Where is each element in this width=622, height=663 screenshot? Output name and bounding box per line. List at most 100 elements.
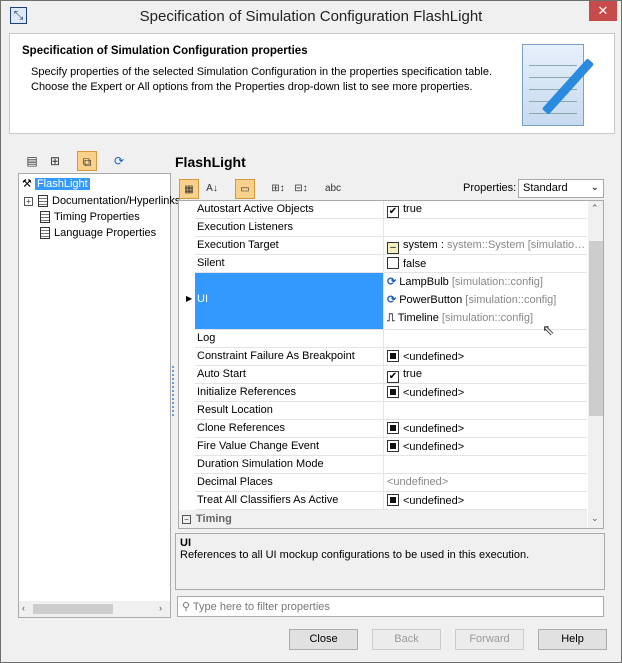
table-row-selected[interactable]: ▶ UI ⟳ LampBulb [simulation::config] ⟳ Pow… <box>186 273 587 330</box>
ui-item[interactable]: ⎍ Timeline [simulation::config] <box>387 309 587 327</box>
value-text: true <box>403 203 422 215</box>
table-row[interactable]: Log <box>195 330 587 348</box>
table-row[interactable]: Treat All Classifiers As Active <undefine… <box>195 492 587 510</box>
row-name: Decimal Places <box>197 476 273 488</box>
table-row[interactable]: Autostart Active Objects ✔ true <box>195 201 587 219</box>
checkbox-undefined[interactable] <box>387 422 399 434</box>
show-description-icon[interactable]: ▭ <box>235 179 255 199</box>
tree-horizontal-scrollbar[interactable]: ‹ › <box>19 601 170 617</box>
row-name: Fire Value Change Event <box>197 440 320 452</box>
row-value[interactable]: ✔ true <box>383 201 587 218</box>
row-value[interactable]: false <box>383 255 587 272</box>
row-name: Auto Start <box>197 368 246 380</box>
properties-label: Properties: <box>463 182 517 194</box>
table-row[interactable]: Result Location <box>195 402 587 420</box>
value-text: true <box>403 368 422 380</box>
page-icon <box>40 227 50 240</box>
item-qualifier: [simulation::config] <box>438 312 534 324</box>
table-row[interactable]: Execution Listeners <box>195 219 587 237</box>
help-button[interactable]: Help <box>538 629 607 650</box>
checkbox-unchecked[interactable] <box>387 257 399 269</box>
row-name: Constraint Failure As Breakpoint <box>197 350 355 362</box>
scroll-down-icon[interactable]: ⌄ <box>591 513 599 524</box>
row-value[interactable]: <undefined> <box>383 474 587 491</box>
checkbox-undefined[interactable] <box>387 350 399 362</box>
table-row[interactable]: Silent false <box>195 255 587 273</box>
close-button[interactable]: Close <box>289 629 358 650</box>
dialog-window: ⤡ Specification of Simulation Configurat… <box>0 0 622 663</box>
abc-options-icon[interactable]: abc <box>323 179 343 199</box>
page-icon <box>38 195 48 208</box>
tree-item-flashlight[interactable]: ⚒ FlashLight <box>22 177 90 192</box>
table-row[interactable]: Auto Start ✔ true <box>195 366 587 384</box>
filter-placeholder: Type here to filter properties <box>192 601 330 613</box>
ui-item[interactable]: ⟳ PowerButton [simulation::config] <box>387 291 587 309</box>
checkbox-checked[interactable]: ✔ <box>387 371 399 383</box>
expand-all-icon[interactable]: ⊞↕ <box>268 179 288 199</box>
collapse-all-icon[interactable]: ⊟↕ <box>291 179 311 199</box>
tree-item-timing[interactable]: Timing Properties <box>40 210 140 225</box>
row-value[interactable] <box>383 330 587 347</box>
row-value[interactable] <box>383 456 587 473</box>
tree-item-label: Timing Properties <box>54 211 140 223</box>
element-title: FlashLight <box>175 154 246 170</box>
refresh-icon[interactable]: ⟳ <box>109 151 129 171</box>
row-value[interactable]: <undefined> <box>383 348 587 365</box>
splitter-handle[interactable] <box>172 366 174 416</box>
tree-item-documentation[interactable]: + Documentation/Hyperlinks <box>24 194 180 209</box>
item-qualifier: [simulation::config] <box>448 276 543 288</box>
categorized-view-icon[interactable]: ▦ <box>179 179 199 199</box>
row-value[interactable]: <undefined> <box>383 420 587 437</box>
checkbox-undefined[interactable] <box>387 386 399 398</box>
desc-line: Specify properties of the selected Simul… <box>31 66 493 78</box>
row-value[interactable]: – system : system::System [simulatio… <box>383 237 587 254</box>
item-name: PowerButton <box>399 294 463 306</box>
table-row[interactable]: Decimal Places <undefined> <box>195 474 587 492</box>
chevron-down-icon: ⌄ <box>590 182 599 193</box>
row-value[interactable] <box>383 402 587 419</box>
scroll-up-icon[interactable]: ⌃ <box>591 203 599 214</box>
expand-icon[interactable]: + <box>24 197 33 206</box>
table-row[interactable]: Execution Target – system : system::System… <box>195 237 587 255</box>
value-text: <undefined> <box>403 387 465 399</box>
back-button[interactable]: Back <box>372 629 441 650</box>
sort-alphabetical-icon[interactable]: A↓ <box>202 179 222 199</box>
table-row[interactable]: Clone References <undefined> <box>195 420 587 438</box>
row-value[interactable] <box>383 219 587 236</box>
row-name: Log <box>197 332 216 344</box>
row-name: Treat All Classifiers As Active <box>197 494 339 506</box>
close-window-button[interactable]: ✕ <box>589 1 617 21</box>
row-value[interactable]: ✔ true <box>383 366 587 383</box>
description-panel: UI References to all UI mockup configura… <box>175 533 605 590</box>
ui-item[interactable]: ⟳ LampBulb [simulation::config] <box>387 273 587 291</box>
show-inherited-icon[interactable]: ⧉ <box>77 151 97 171</box>
forward-button[interactable]: Forward <box>455 629 524 650</box>
filter-input[interactable]: ⚲ Type here to filter properties <box>177 596 604 617</box>
row-name: Execution Listeners <box>197 221 293 233</box>
checkbox-undefined[interactable] <box>387 440 399 452</box>
checkbox-undefined[interactable] <box>387 494 399 506</box>
table-row[interactable]: Fire Value Change Event <undefined> <box>195 438 587 456</box>
navigation-tree: ⚒ FlashLight + Documentation/Hyperlinks T… <box>18 173 180 618</box>
description-title: UI <box>180 537 191 549</box>
table-view-icon[interactable]: ▤ <box>22 151 42 171</box>
table-row[interactable]: Initialize References <undefined> <box>195 384 587 402</box>
value-text: false <box>403 258 427 270</box>
table-vertical-scrollbar[interactable]: ⌃ ⌄ <box>588 201 603 528</box>
properties-dropdown[interactable]: Standard ⌄ <box>518 179 604 198</box>
row-pointer-icon: ▶ <box>186 294 193 303</box>
tree-view-icon[interactable]: ⊞ <box>45 151 65 171</box>
group-timing[interactable]: − Timing <box>179 510 587 528</box>
tree-item-language[interactable]: Language Properties <box>40 226 156 241</box>
table-row[interactable]: Duration Simulation Mode <box>195 456 587 474</box>
desc-line: Choose the Expert or All options from th… <box>31 81 473 93</box>
row-value[interactable]: <undefined> <box>383 438 587 455</box>
row-name: UI <box>197 293 208 305</box>
checkbox-checked[interactable]: ✔ <box>387 206 399 218</box>
row-value[interactable]: <undefined> <box>383 492 587 509</box>
table-row[interactable]: Constraint Failure As Breakpoint <undefin… <box>195 348 587 366</box>
row-value[interactable]: <undefined> <box>383 384 587 401</box>
row-name: Autostart Active Objects <box>197 203 314 215</box>
row-value[interactable]: ⟳ LampBulb [simulation::config] ⟳ PowerBut… <box>383 273 587 329</box>
collapse-icon[interactable]: − <box>182 515 191 524</box>
